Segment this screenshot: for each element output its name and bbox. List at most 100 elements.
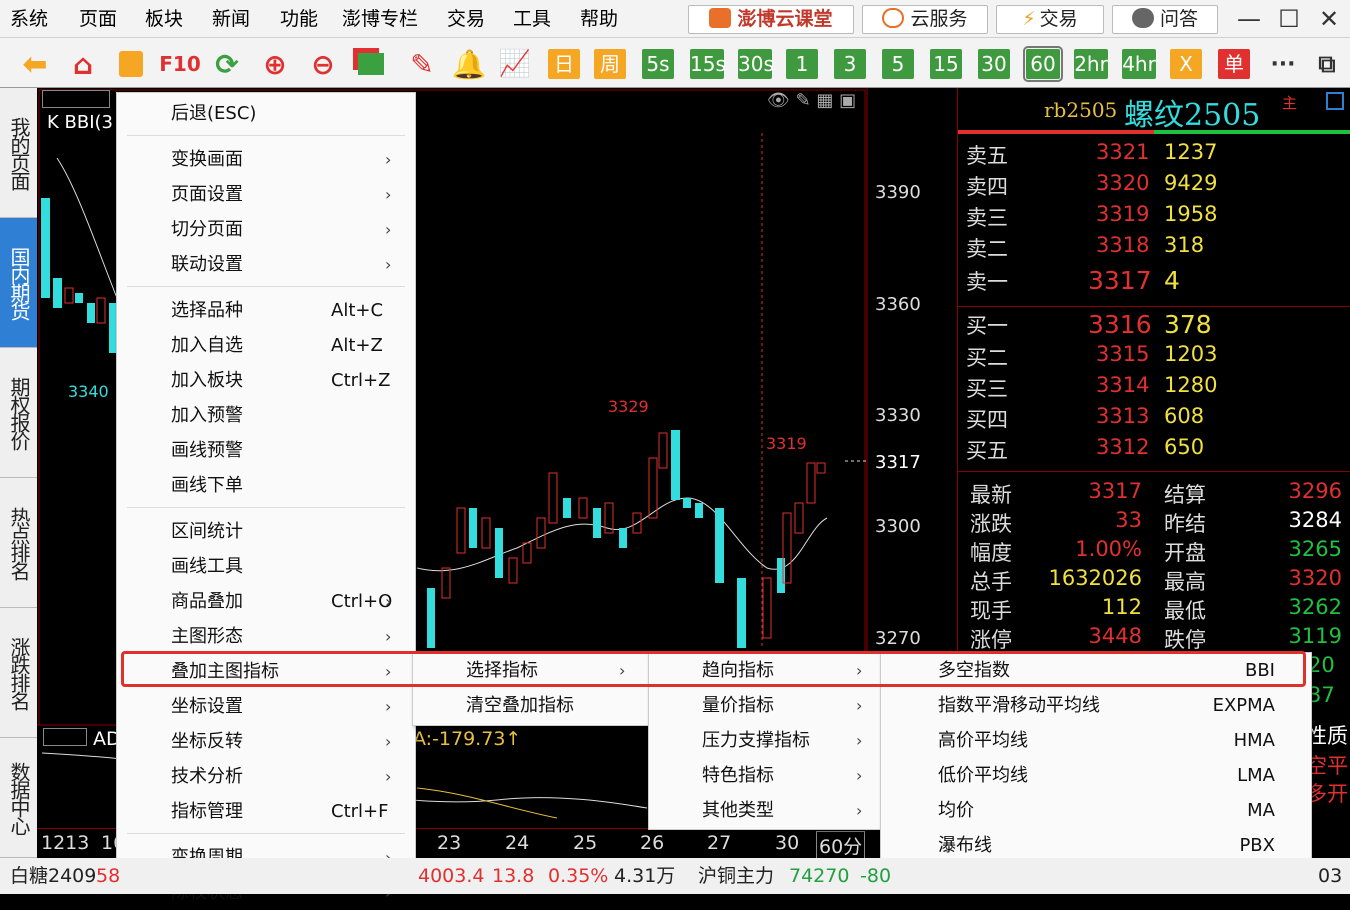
trade-button[interactable]: ⚡ 交易 — [996, 5, 1104, 34]
draw-pen-icon[interactable]: ✎ — [405, 47, 439, 81]
sidebar-item-domestic-futures[interactable]: 国内期货 — [0, 218, 37, 348]
menu-trade[interactable]: 交易 — [447, 0, 485, 38]
submenu-item[interactable]: 其他类型 › — [649, 793, 883, 828]
context-menu-item[interactable]: 画线预警 — [117, 433, 415, 468]
menu-pengbo-column[interactable]: 澎博专栏 — [342, 0, 418, 38]
menu-tools[interactable]: 工具 — [513, 0, 551, 38]
submenu-item[interactable]: 量价指标 › — [649, 688, 883, 723]
indicator-item[interactable]: 高价平均线 HMA — [881, 723, 1311, 758]
context-menu-item[interactable]: 叠加主图指标 › — [117, 654, 415, 689]
context-menu-item[interactable]: 页面设置 › — [117, 177, 415, 212]
ask-price[interactable]: 3317 — [1088, 266, 1152, 295]
chart-controls[interactable] — [42, 90, 110, 108]
trend-chart-icon[interactable]: 📈 — [498, 47, 532, 81]
home-icon[interactable]: ⌂ — [66, 47, 100, 81]
context-menu-item[interactable]: 加入自选 Alt+Z — [117, 328, 415, 363]
period-week-button[interactable]: 周 — [594, 49, 626, 79]
menu-function[interactable]: 功能 — [280, 0, 318, 38]
bid-price[interactable]: 3312 — [1096, 435, 1149, 459]
indicator-name: 高价平均线 — [938, 730, 1028, 751]
context-menu-item[interactable]: 主图形态 › — [117, 619, 415, 654]
period-5s-button[interactable]: 5s — [642, 49, 674, 79]
more-icon[interactable]: ··· — [1266, 47, 1300, 81]
bid-price[interactable]: 3314 — [1096, 373, 1149, 397]
sidebar-item-hot-ranking[interactable]: 热点排名 — [0, 478, 37, 608]
submenu-item[interactable]: 选择指标 › — [413, 653, 651, 688]
period-1m-button[interactable]: 1 — [786, 49, 818, 79]
bid-price[interactable]: 3315 — [1096, 342, 1149, 366]
period-30m-button[interactable]: 30 — [978, 49, 1010, 79]
indicator-item[interactable]: 多空指数 BBI — [881, 653, 1311, 688]
ask-price[interactable]: 3321 — [1096, 140, 1149, 164]
context-menu-item[interactable]: 画线下单 — [117, 468, 415, 503]
period-15s-button[interactable]: 15s — [690, 49, 726, 79]
x-button[interactable]: X — [1170, 49, 1202, 79]
ask-price[interactable]: 3318 — [1096, 233, 1149, 257]
sidebar-item-my-page[interactable]: 我的页面 — [0, 88, 37, 218]
qa-button[interactable]: 问答 — [1112, 5, 1218, 34]
context-menu-item[interactable]: 后退(ESC) — [117, 96, 415, 131]
stat-value-2: 3320 — [1288, 566, 1342, 590]
period-day-button[interactable]: 日 — [548, 49, 580, 79]
windows-icon[interactable] — [354, 47, 388, 81]
order-button[interactable]: 单 — [1218, 49, 1250, 79]
period-2hr-button[interactable]: 2hr — [1074, 49, 1108, 79]
context-menu-item[interactable]: 坐标设置 › — [117, 689, 415, 724]
ask-price[interactable]: 3319 — [1096, 202, 1149, 226]
sidebar-item-change-ranking[interactable]: 涨跌排名 — [0, 608, 37, 738]
zoom-in-icon[interactable]: ⊕ — [258, 47, 292, 81]
period-5m-button[interactable]: 5 — [882, 49, 914, 79]
context-menu-item[interactable]: 加入预警 — [117, 398, 415, 433]
context-menu-item[interactable]: 选择品种 Alt+C — [117, 293, 415, 328]
submenu-item[interactable]: 清空叠加指标 — [413, 688, 651, 723]
menu-news[interactable]: 新闻 — [212, 0, 250, 38]
bid-price[interactable]: 3313 — [1096, 404, 1149, 428]
submenu-item[interactable]: 特色指标 › — [649, 758, 883, 793]
menu-help[interactable]: 帮助 — [580, 0, 618, 38]
alert-bell-icon[interactable]: 🔔 — [452, 47, 487, 81]
indicator-item[interactable]: 均价 MA — [881, 793, 1311, 828]
menu-system[interactable]: 系统 — [10, 0, 48, 38]
menu-sector[interactable]: 板块 — [145, 0, 183, 38]
ask-price[interactable]: 3320 — [1096, 171, 1149, 195]
context-menu-item[interactable]: 技术分析 › — [117, 759, 415, 794]
layout-icon[interactable]: ⧉ — [1310, 47, 1344, 81]
indicator-item[interactable]: 低价平均线 LMA — [881, 758, 1311, 793]
period-60m-button[interactable]: 60 — [1023, 46, 1063, 82]
back-arrow-icon[interactable]: ⬅ — [18, 47, 52, 82]
context-menu-item[interactable]: 画线工具 — [117, 549, 415, 584]
period-3m-button[interactable]: 3 — [834, 49, 866, 79]
indicator-item[interactable]: 指数平滑移动平均线 EXPMA — [881, 688, 1311, 723]
sub-chart-controls[interactable] — [43, 728, 87, 746]
context-menu-item[interactable]: 加入板块 Ctrl+Z — [117, 363, 415, 398]
notes-icon[interactable] — [114, 47, 148, 81]
context-menu-item[interactable]: 变换画面 › — [117, 142, 415, 177]
zoom-out-icon[interactable]: ⊖ — [306, 47, 340, 81]
sidebar-item-option-quotes[interactable]: 期权报价 — [0, 348, 37, 478]
period-label[interactable]: 60分 — [816, 831, 866, 860]
cloud-service-button[interactable]: 云服务 — [862, 5, 988, 34]
panel-toggle-icon[interactable] — [1326, 92, 1344, 110]
period-30s-button[interactable]: 30s — [738, 49, 774, 79]
sidebar-item-data-center[interactable]: 数据中心 — [0, 738, 37, 858]
refresh-icon[interactable]: ⟳ — [210, 47, 244, 81]
bid-price[interactable]: 3316 — [1088, 310, 1152, 339]
context-menu-item[interactable]: 商品叠加 Ctrl+O › — [117, 584, 415, 619]
context-menu-item[interactable]: 联动设置 › — [117, 247, 415, 282]
close-icon[interactable]: ✕ — [1314, 4, 1344, 34]
submenu-item[interactable]: 压力支撑指标 › — [649, 723, 883, 758]
classroom-icon — [709, 8, 732, 28]
context-menu-item[interactable]: 切分页面 › — [117, 212, 415, 247]
menu-page[interactable]: 页面 — [79, 0, 117, 38]
minimize-icon[interactable]: — — [1234, 4, 1264, 34]
context-menu-item[interactable]: 区间统计 — [117, 514, 415, 549]
submenu-item[interactable]: 趋向指标 › — [649, 653, 883, 688]
cloud-class-button[interactable]: 澎博云课堂 — [688, 5, 854, 34]
context-menu-item[interactable]: 指标管理 Ctrl+F — [117, 794, 415, 829]
period-4hr-button[interactable]: 4hr — [1122, 49, 1156, 79]
chart-tools-icons[interactable]: 👁 ✎ ▦ ▣ — [767, 90, 856, 111]
period-15m-button[interactable]: 15 — [930, 49, 962, 79]
context-menu-item[interactable]: 坐标反转 › — [117, 724, 415, 759]
maximize-icon[interactable]: ☐ — [1274, 4, 1304, 34]
f10-button[interactable]: F10 — [159, 47, 201, 81]
